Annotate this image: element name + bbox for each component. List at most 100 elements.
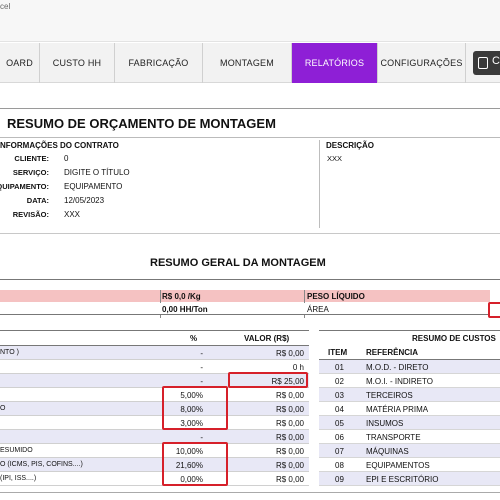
item-number: 06 bbox=[335, 433, 344, 442]
client-label: CLIENTE: bbox=[14, 154, 49, 163]
row-value: R$ 0,00 bbox=[275, 405, 304, 414]
row-label: O bbox=[0, 405, 6, 412]
item-reference: EPI E ESCRITÓRIO bbox=[366, 475, 439, 484]
table-row: 5,00% R$ 0,00 bbox=[0, 388, 309, 402]
list-item: 02 M.O.I. - INDIRETO bbox=[319, 374, 500, 388]
item-number: 03 bbox=[335, 391, 344, 400]
list-item: 07 MÁQUINAS bbox=[319, 444, 500, 458]
row-label: NTO ) bbox=[0, 349, 19, 356]
summary-title: RESUMO GERAL DA MONTAGEM bbox=[150, 257, 326, 269]
tab-montagem[interactable]: MONTAGEM bbox=[203, 43, 292, 83]
row-value: R$ 0,00 bbox=[275, 349, 304, 358]
row-pct: - bbox=[200, 363, 203, 372]
divider bbox=[0, 279, 500, 280]
divider bbox=[0, 330, 309, 331]
row-pct: - bbox=[200, 349, 203, 358]
window-title: cel bbox=[0, 2, 11, 11]
highlight-box bbox=[488, 302, 500, 318]
value-header: VALOR (R$) bbox=[244, 334, 290, 343]
window-titlebar: cel bbox=[0, 0, 500, 42]
row-value: R$ 0,00 bbox=[275, 461, 304, 470]
item-number: 09 bbox=[335, 475, 344, 484]
tool-button-label: C bbox=[492, 55, 500, 67]
divider bbox=[319, 330, 500, 331]
list-item: 06 TRANSPORTE bbox=[319, 430, 500, 444]
tab-dashboard[interactable]: OARD bbox=[0, 43, 40, 83]
item-number: 04 bbox=[335, 405, 344, 414]
highlight-box bbox=[162, 386, 228, 430]
hh-per-ton: 0,00 HH/Ton bbox=[162, 305, 208, 314]
item-reference: TERCEIROS bbox=[366, 391, 413, 400]
table-row: O 8,00% R$ 0,00 bbox=[0, 402, 309, 416]
list-item: 01 M.O.D. - DIRETO bbox=[319, 360, 500, 374]
table-row: (IPI, ISS....) 0,00% R$ 0,00 bbox=[0, 472, 309, 486]
row-pct: - bbox=[200, 433, 203, 442]
item-reference: MÁQUINAS bbox=[366, 447, 409, 456]
revision-label: REVISÃO: bbox=[12, 210, 49, 219]
pct-header: % bbox=[190, 334, 198, 343]
row-value: R$ 0,00 bbox=[275, 433, 304, 442]
highlight-box bbox=[162, 442, 228, 486]
row-pct: - bbox=[200, 377, 203, 386]
net-weight-label: PESO LÍQUIDO bbox=[307, 292, 365, 301]
row-value: 0 h bbox=[292, 363, 304, 372]
item-number: 07 bbox=[335, 447, 344, 456]
description-value: XXX bbox=[327, 154, 343, 163]
tab-relatorios[interactable]: RELATÓRIOS bbox=[292, 43, 378, 83]
report-title: RESUMO DE ORÇAMENTO DE MONTAGEM bbox=[7, 116, 276, 131]
table-row: - R$ 0,00 bbox=[0, 430, 309, 444]
equipment-value: EQUIPAMENTO bbox=[64, 182, 123, 191]
tool-button[interactable]: C bbox=[473, 51, 500, 75]
client-value: 0 bbox=[64, 154, 69, 163]
list-item: 08 EQUIPAMENTOS bbox=[319, 458, 500, 472]
item-number: 08 bbox=[335, 461, 344, 470]
row-value: R$ 0,00 bbox=[275, 475, 304, 484]
list-item: 04 MATÉRIA PRIMA bbox=[319, 402, 500, 416]
highlight-box bbox=[228, 372, 308, 388]
list-item: 03 TERCEIROS bbox=[319, 388, 500, 402]
tab-configuracoes[interactable]: CONFIGURAÇÕES bbox=[378, 43, 466, 83]
item-reference: MATÉRIA PRIMA bbox=[366, 405, 429, 414]
service-value: DIGITE O TÍTULO bbox=[64, 168, 130, 177]
item-reference: INSUMOS bbox=[366, 419, 404, 428]
tab-custo-hh[interactable]: CUSTO HH bbox=[40, 43, 115, 83]
row-label: (IPI, ISS....) bbox=[0, 475, 37, 482]
area-label: ÁREA bbox=[307, 305, 329, 314]
reference-header: REFERÊNCIA bbox=[366, 348, 419, 357]
divider bbox=[0, 233, 500, 234]
date-value: 12/05/2023 bbox=[64, 196, 105, 205]
contract-heading: NFORMAÇÕES DO CONTRATO bbox=[0, 141, 119, 150]
table-row: O (ICMS, PIS, COFINS....) 21,60% R$ 0,00 bbox=[0, 458, 309, 472]
summary-row-price: R$ 0,0 /Kg PESO LÍQUIDO bbox=[0, 290, 490, 302]
row-label: ESUMIDO bbox=[0, 447, 33, 454]
row-label: O (ICMS, PIS, COFINS....) bbox=[0, 461, 83, 468]
table-row: NTO ) - R$ 0,00 bbox=[0, 346, 309, 360]
row-value: R$ 0,00 bbox=[275, 447, 304, 456]
column-divider bbox=[319, 140, 320, 228]
document-icon bbox=[478, 57, 488, 69]
cost-summary-title: RESUMO DE CUSTOS bbox=[412, 334, 496, 343]
divider bbox=[0, 492, 500, 493]
divider bbox=[0, 137, 500, 138]
list-item: 05 INSUMOS bbox=[319, 416, 500, 430]
table-row: ESUMIDO 10,00% R$ 0,00 bbox=[0, 444, 309, 458]
table-row: 3,00% R$ 0,00 bbox=[0, 416, 309, 430]
item-reference: M.O.I. - INDIRETO bbox=[366, 377, 433, 386]
item-number: 01 bbox=[335, 363, 344, 372]
description-heading: DESCRIÇÃO bbox=[326, 141, 375, 150]
row-value: R$ 0,00 bbox=[275, 419, 304, 428]
revision-value: XXX bbox=[64, 210, 81, 219]
service-label: SERVIÇO: bbox=[12, 168, 49, 177]
row-value: R$ 0,00 bbox=[275, 391, 304, 400]
tab-fabricacao[interactable]: FABRICAÇÃO bbox=[115, 43, 203, 83]
equipment-label: QUIPAMENTO: bbox=[0, 182, 49, 191]
item-reference: TRANSPORTE bbox=[366, 433, 421, 442]
date-label: DATA: bbox=[26, 196, 49, 205]
list-item: 09 EPI E ESCRITÓRIO bbox=[319, 472, 500, 486]
item-number: 05 bbox=[335, 419, 344, 428]
item-reference: M.O.D. - DIRETO bbox=[366, 363, 429, 372]
item-number: 02 bbox=[335, 377, 344, 386]
divider bbox=[0, 108, 500, 109]
price-per-kg: R$ 0,0 /Kg bbox=[162, 292, 201, 301]
main-nav: OARD CUSTO HH FABRICAÇÃO MONTAGEM RELATÓ… bbox=[0, 43, 500, 83]
